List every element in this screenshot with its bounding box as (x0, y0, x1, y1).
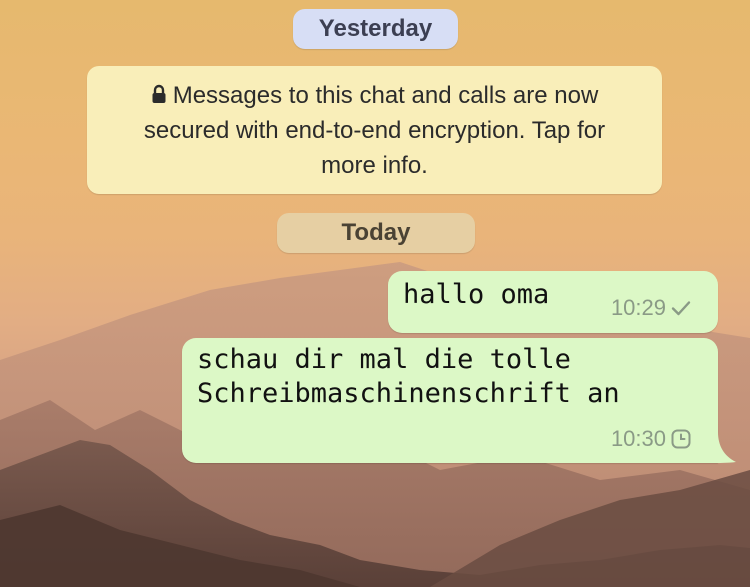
bubble-tail (712, 432, 736, 463)
clock-pending-icon (671, 429, 691, 449)
message-time: 10:30 (610, 426, 666, 451)
outgoing-message-bubble[interactable]: schau dir mal die tolle Schreibmaschinen… (182, 338, 718, 463)
message-meta: 10:30 (611, 426, 692, 452)
encryption-notice[interactable]: Messages to this chat and calls are now … (87, 66, 662, 194)
date-separator-yesterday: Yesterday (293, 9, 458, 49)
message-text: hallo oma (403, 279, 550, 310)
encryption-notice-line-1: Messages to this chat and calls are now (105, 78, 644, 113)
encryption-notice-line-2: secured with end-to-end encryption. Tap … (143, 117, 606, 144)
single-check-icon (671, 301, 691, 316)
lock-icon (152, 84, 166, 103)
message-text-line-2: Schreibmaschinenschrift an (197, 378, 620, 409)
chat-screen: Yesterday Messages to this chat and call… (0, 0, 750, 587)
outgoing-message-bubble[interactable]: hallo oma 10:29 (388, 271, 718, 333)
encryption-notice-text-1: Messages to this chat and calls are now (172, 82, 599, 109)
message-text: schau dir mal die tolle Schreibmaschinen… (197, 343, 620, 411)
message-text-line-1: schau dir mal die tolle (197, 344, 571, 375)
message-time: 10:29 (610, 295, 666, 320)
encryption-notice-line-3: more info. (321, 152, 428, 179)
date-separator-today: Today (277, 213, 475, 253)
message-meta: 10:29 (611, 295, 692, 321)
